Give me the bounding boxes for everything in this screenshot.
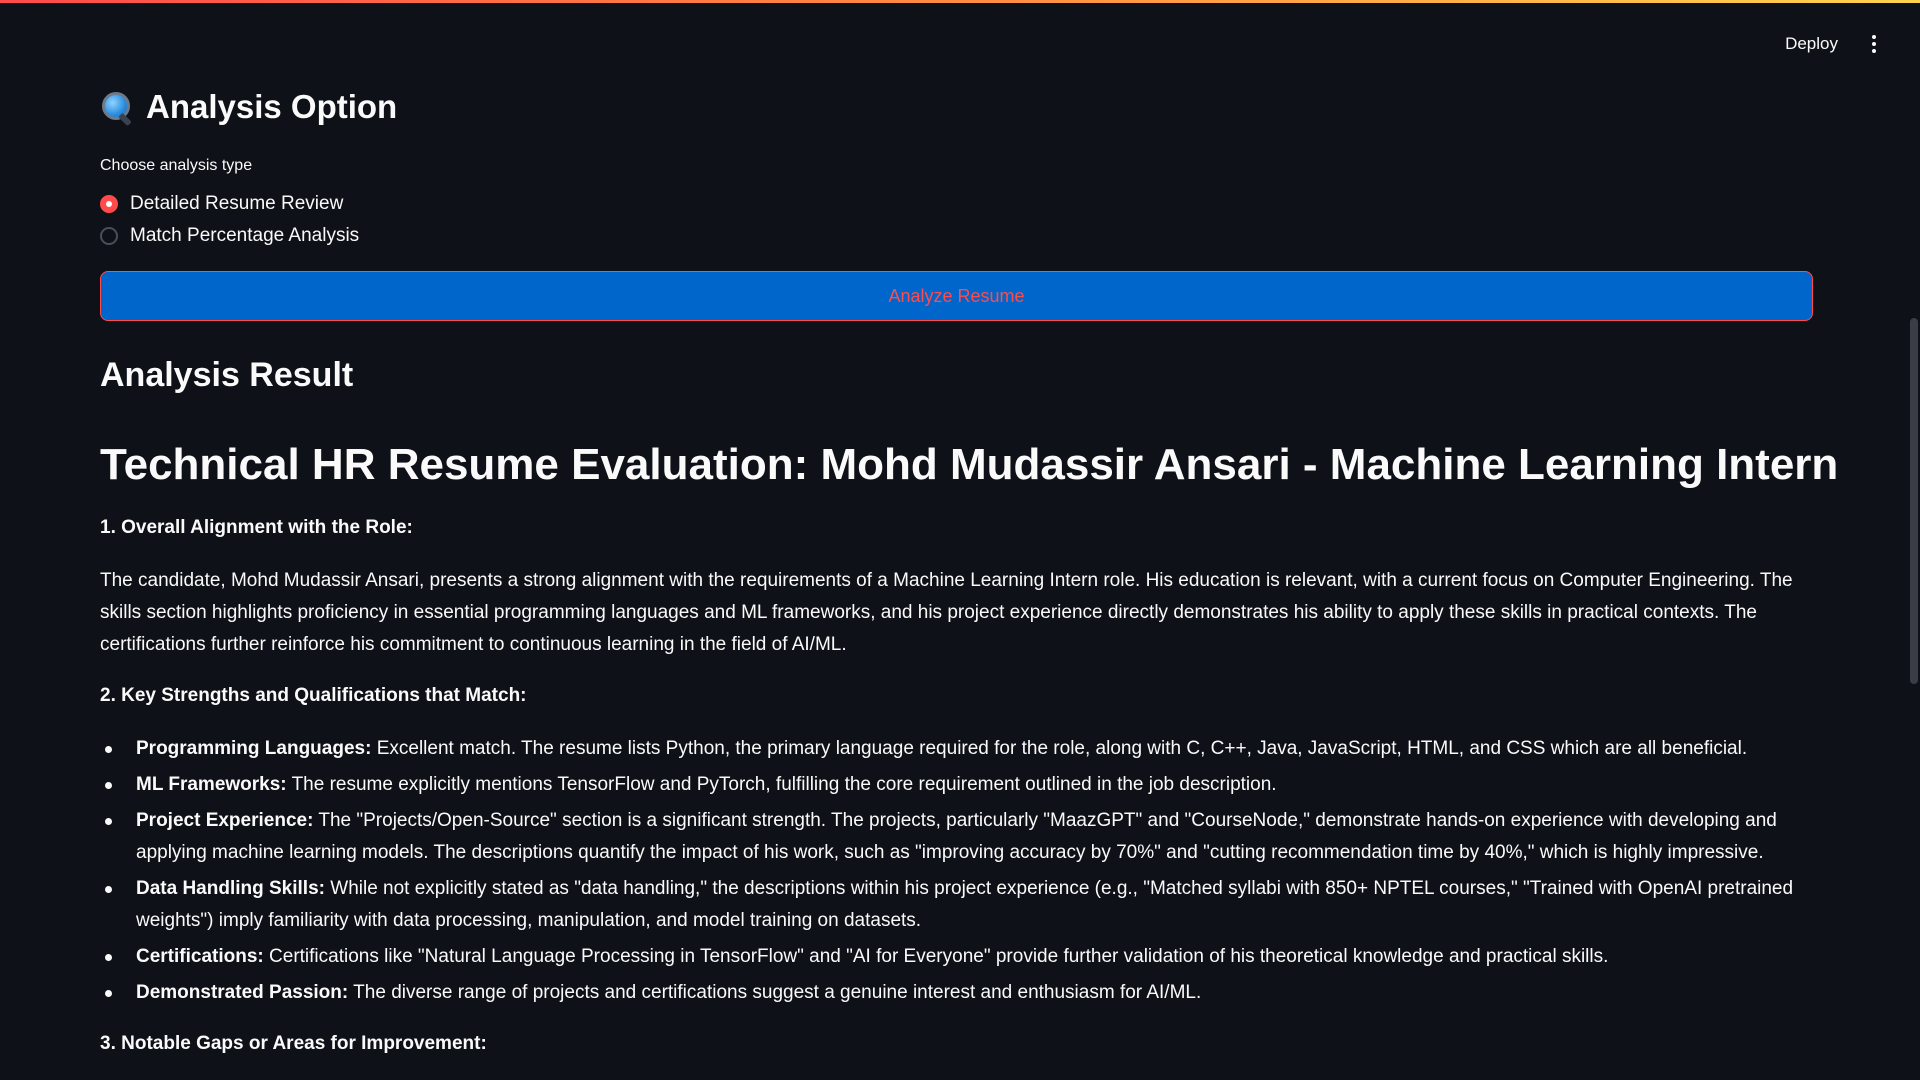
list-item-label: ML Frameworks: — [136, 774, 287, 795]
list-item: Data Handling Skills: While not explicit… — [100, 873, 1813, 937]
magnifier-icon — [100, 90, 134, 127]
deploy-button[interactable]: Deploy — [1785, 34, 1838, 54]
section-heading-gaps: 3. Notable Gaps or Areas for Improvement… — [100, 1033, 487, 1054]
list-item-text: Certifications like "Natural Language Pr… — [263, 946, 1609, 967]
list-item: Certifications: Certifications like "Nat… — [100, 941, 1813, 973]
top-decoration-bar — [0, 0, 1920, 3]
radio-detailed-resume-review[interactable]: Detailed Resume Review — [100, 193, 343, 215]
list-item-text: While not explicitly stated as "data han… — [136, 878, 1794, 931]
list-item: Programming Languages: Excellent match. … — [100, 733, 1813, 765]
list-item-text: The resume explicitly mentions TensorFlo… — [286, 774, 1277, 795]
list-item-label: Project Experience: — [136, 810, 314, 831]
list-item-text: Excellent match. The resume lists Python… — [371, 738, 1748, 759]
radio-selected-icon[interactable] — [100, 195, 118, 213]
radio-unselected-icon[interactable] — [100, 227, 118, 245]
list-item: Demonstrated Passion: The diverse range … — [100, 977, 1813, 1009]
list-item-text: The diverse range of projects and certif… — [348, 982, 1202, 1003]
list-item-label: Data Handling Skills: — [136, 878, 325, 899]
analysis-result-heading: Analysis Result — [100, 356, 354, 394]
alignment-paragraph: The candidate, Mohd Mudassir Ansari, pre… — [100, 570, 1793, 655]
analysis-option-title: Analysis Option — [146, 88, 398, 125]
analyze-resume-button[interactable]: Analyze Resume — [100, 271, 1813, 321]
list-item-label: Certifications: — [136, 946, 264, 967]
radio-match-percentage-analysis[interactable]: Match Percentage Analysis — [100, 225, 359, 247]
section-heading-alignment: 1. Overall Alignment with the Role: — [100, 517, 413, 538]
strengths-list: Programming Languages: Excellent match. … — [100, 733, 1813, 1013]
radio-label: Detailed Resume Review — [130, 193, 344, 214]
list-item-label: Demonstrated Passion: — [136, 982, 349, 1003]
list-item-label: Programming Languages: — [136, 738, 372, 759]
evaluation-title: Technical HR Resume Evaluation: Mohd Mud… — [100, 440, 1839, 489]
analysis-type-label: Choose analysis type — [100, 157, 253, 174]
kebab-menu-icon[interactable] — [1864, 32, 1884, 56]
list-item: ML Frameworks: The resume explicitly men… — [100, 769, 1813, 801]
list-item: Project Experience: The "Projects/Open-S… — [100, 805, 1813, 869]
app-header-actions: Deploy — [1785, 32, 1884, 56]
scrollbar-thumb[interactable] — [1910, 318, 1918, 684]
analysis-option-heading: Analysis Option — [100, 88, 398, 127]
list-item-text: The "Projects/Open-Source" section is a … — [136, 810, 1777, 863]
radio-label: Match Percentage Analysis — [130, 225, 360, 246]
section-heading-strengths: 2. Key Strengths and Qualifications that… — [100, 685, 527, 706]
